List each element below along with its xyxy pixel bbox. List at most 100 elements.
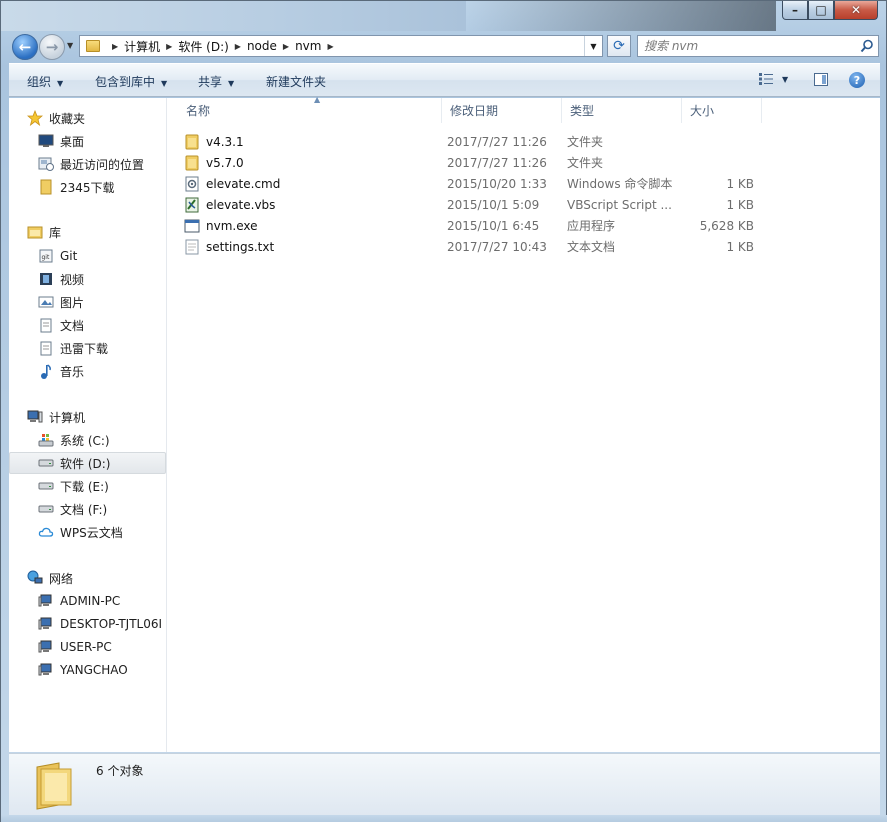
address-bar[interactable]: ▶ 计算机 ▶ 软件 (D:) ▶ node ▶ nvm ▶ ▼ — [79, 35, 603, 57]
table-row[interactable]: elevate.vbs 2015/10/1 5:09 VBScript Scri… — [168, 194, 880, 215]
share-label: 共享 — [198, 75, 223, 89]
file-type: 文件夹 — [567, 156, 604, 170]
change-view-button[interactable]: ▼ — [758, 72, 788, 86]
network-computer-icon — [38, 593, 54, 609]
window-bottom-border — [1, 815, 887, 822]
new-folder-label: 新建文件夹 — [266, 75, 327, 89]
folder-icon — [184, 134, 200, 150]
file-date: 2017/7/27 10:43 — [447, 239, 547, 254]
maximize-button[interactable]: □ — [808, 1, 834, 20]
share-button[interactable]: 共享 ▼ — [198, 73, 234, 90]
sidebar-item-2345-downloads[interactable]: 2345下载 — [9, 176, 166, 198]
system-drive-icon — [38, 432, 54, 448]
nav-group-favorites[interactable]: 收藏夹 — [27, 107, 85, 129]
breadcrumb-node[interactable]: node — [247, 39, 277, 53]
file-list: 名称 ▲ 修改日期 类型 大小 v4.3.1 2017/7/27 11:26 文… — [168, 95, 880, 752]
sidebar-item-desktop-tjtl06i[interactable]: DESKTOP-TJTL06I — [9, 613, 166, 635]
include-in-library-button[interactable]: 包含到库中 ▼ — [95, 73, 167, 90]
view-list-icon — [759, 73, 773, 85]
organize-button[interactable]: 组织 ▼ — [27, 73, 63, 90]
sidebar-item-drive-c[interactable]: 系统 (C:) — [9, 429, 166, 451]
sidebar-item-drive-d[interactable]: 软件 (D:) — [9, 452, 166, 474]
column-header-label: 类型 — [570, 104, 595, 118]
breadcrumb-drive-d[interactable]: 软件 (D:) — [178, 38, 228, 55]
sidebar-item-label: 迅雷下载 — [60, 341, 109, 356]
back-arrow-icon: ← — [18, 38, 32, 56]
search-icon[interactable] — [860, 39, 874, 53]
table-row[interactable]: v5.7.0 2017/7/27 11:26 文件夹 — [168, 152, 880, 173]
picture-icon — [38, 294, 54, 310]
folder-icon — [38, 179, 54, 195]
minimize-button[interactable]: – — [782, 1, 808, 20]
nav-group-network[interactable]: 网络 — [27, 567, 73, 589]
folder-icon — [36, 762, 72, 810]
forward-arrow-icon: → — [45, 38, 59, 56]
sidebar-item-label: 最近访问的位置 — [60, 157, 145, 172]
sidebar-item-yangchao[interactable]: YANGCHAO — [9, 659, 166, 681]
chevron-down-icon[interactable]: ▼ — [782, 75, 788, 84]
sidebar-item-user-pc[interactable]: USER-PC — [9, 636, 166, 658]
file-type: Windows 命令脚本 — [567, 177, 673, 191]
table-row[interactable]: settings.txt 2017/7/27 10:43 文本文档 1 KB — [168, 236, 880, 257]
new-folder-button[interactable]: 新建文件夹 — [266, 73, 326, 90]
file-size: 1 KB — [726, 176, 754, 191]
sidebar-item-label: 文档 (F:) — [60, 502, 108, 517]
library-icon — [27, 224, 43, 240]
search-box[interactable] — [637, 35, 879, 57]
refresh-button[interactable]: ⟳ — [607, 35, 631, 57]
column-header-date[interactable]: 修改日期 — [442, 98, 562, 123]
breadcrumb-chevron-icon[interactable]: ▶ — [283, 42, 289, 51]
column-header-name[interactable]: 名称 ▲ — [178, 95, 442, 123]
sidebar-item-label: 桌面 — [60, 134, 85, 149]
minimize-icon: – — [792, 3, 798, 17]
sidebar-item-music[interactable]: 音乐 — [9, 360, 166, 382]
caption-buttons: – □ ✕ — [782, 1, 878, 21]
forward-button[interactable]: → — [39, 34, 65, 60]
libraries-label: 库 — [49, 225, 62, 240]
sidebar-item-thunder-downloads[interactable]: 迅雷下载 — [9, 337, 166, 359]
breadcrumb-computer[interactable]: 计算机 — [124, 38, 160, 55]
title-bar-shadow — [466, 1, 776, 31]
table-row[interactable]: elevate.cmd 2015/10/20 1:33 Windows 命令脚本… — [168, 173, 880, 194]
computer-label: 计算机 — [49, 410, 86, 425]
preview-pane-button[interactable] — [814, 73, 828, 86]
table-row[interactable]: nvm.exe 2015/10/1 6:45 应用程序 5,628 KB — [168, 215, 880, 236]
sidebar-item-pictures[interactable]: 图片 — [9, 291, 166, 313]
nav-group-computer[interactable]: 计算机 — [27, 406, 85, 428]
search-input[interactable] — [638, 36, 858, 56]
sidebar-item-recent-places[interactable]: 最近访问的位置 — [9, 153, 166, 175]
column-header-type[interactable]: 类型 — [562, 98, 682, 123]
sidebar-item-label: 音乐 — [60, 364, 85, 379]
breadcrumb-chevron-icon[interactable]: ▶ — [235, 42, 241, 51]
network-computer-icon — [38, 639, 54, 655]
file-type: 文本文档 — [567, 240, 616, 254]
close-button[interactable]: ✕ — [834, 1, 878, 20]
column-header-label: 大小 — [690, 104, 715, 118]
sidebar-item-git[interactable]: git Git — [9, 245, 166, 267]
sidebar-item-admin-pc[interactable]: ADMIN-PC — [9, 590, 166, 612]
command-bar: 组织 ▼ 包含到库中 ▼ 共享 ▼ 新建文件夹 ▼ ? — [9, 63, 880, 97]
sidebar-item-documents[interactable]: 文档 — [9, 314, 166, 336]
file-name: v5.7.0 — [206, 155, 244, 170]
sidebar-item-wps-cloud[interactable]: WPS云文档 — [9, 521, 166, 543]
back-button[interactable]: ← — [12, 34, 38, 60]
breadcrumb-chevron-icon[interactable]: ▶ — [112, 42, 118, 51]
address-history-dropdown[interactable]: ▼ — [584, 36, 602, 56]
nav-group-libraries[interactable]: 库 — [27, 221, 61, 243]
star-icon — [27, 110, 43, 126]
title-bar[interactable] — [1, 1, 466, 31]
breadcrumb-nvm[interactable]: nvm — [295, 39, 321, 53]
breadcrumb-chevron-icon[interactable]: ▶ — [166, 42, 172, 51]
sidebar-item-drive-f[interactable]: 文档 (F:) — [9, 498, 166, 520]
column-header-size[interactable]: 大小 — [682, 98, 762, 123]
help-button[interactable]: ? — [849, 72, 865, 88]
breadcrumb-chevron-icon[interactable]: ▶ — [327, 42, 333, 51]
sidebar-item-videos[interactable]: 视频 — [9, 268, 166, 290]
desktop-icon — [38, 133, 54, 149]
network-icon — [27, 570, 43, 586]
table-row[interactable]: v4.3.1 2017/7/27 11:26 文件夹 — [168, 131, 880, 152]
recent-pages-dropdown[interactable]: ▼ — [67, 41, 73, 50]
sidebar-item-desktop[interactable]: 桌面 — [9, 130, 166, 152]
sidebar-item-drive-e[interactable]: 下载 (E:) — [9, 475, 166, 497]
sidebar-item-label: 图片 — [60, 295, 85, 310]
